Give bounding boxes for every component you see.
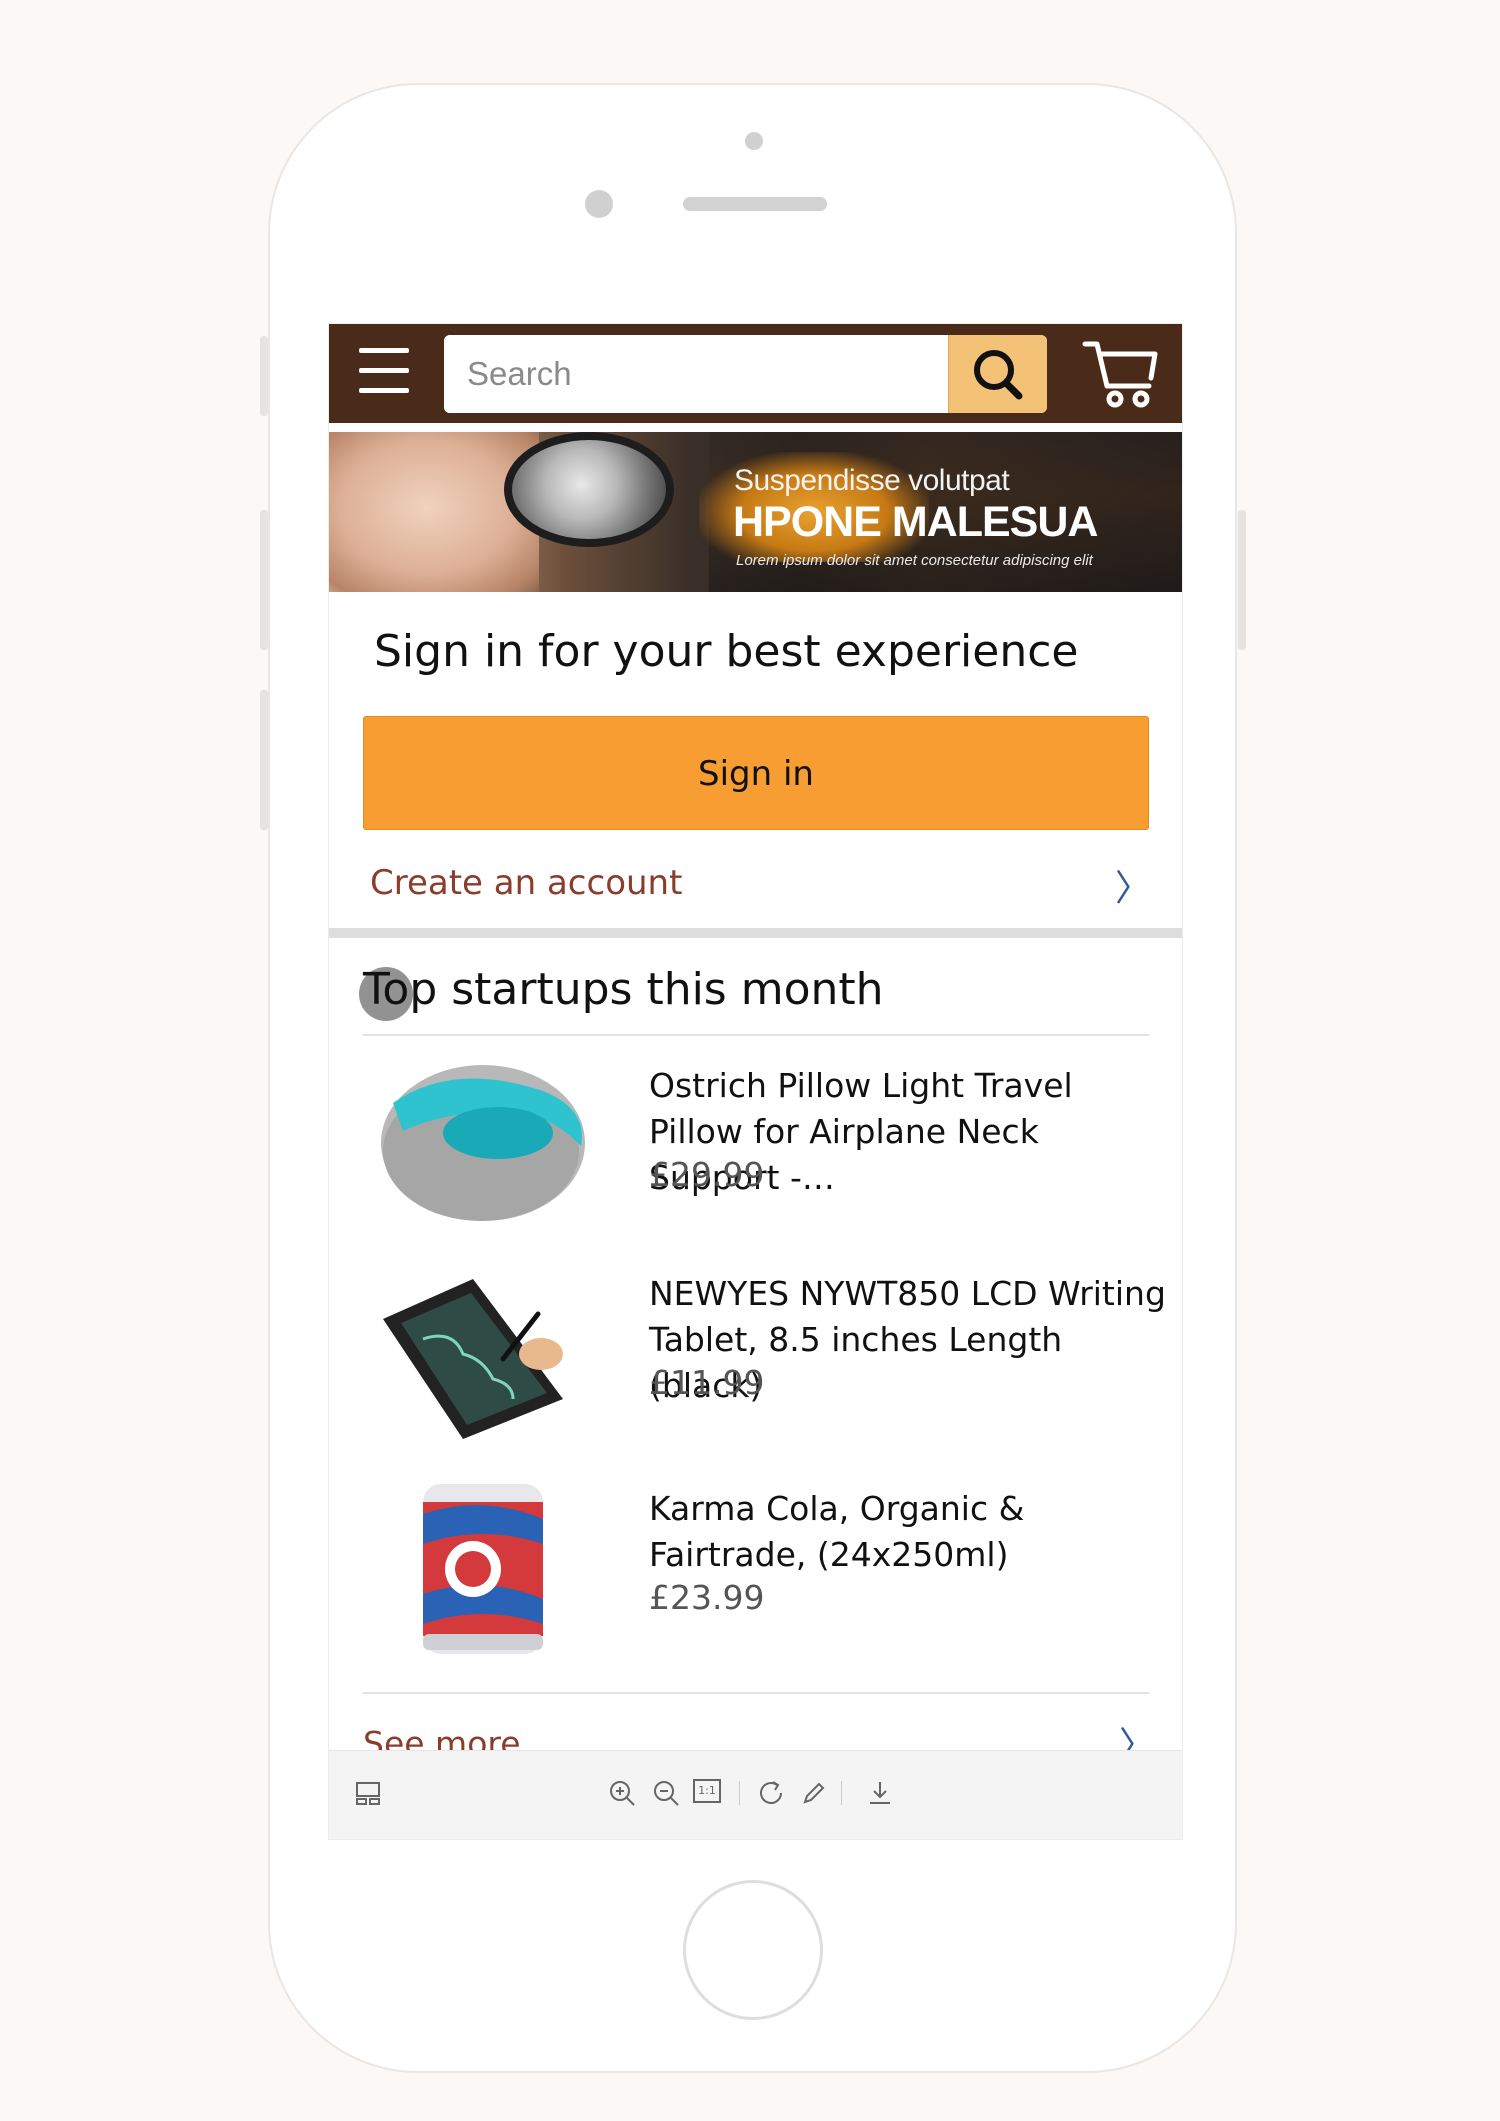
signin-heading: Sign in for your best experience [374, 626, 1079, 677]
phone-sensor [745, 132, 763, 150]
search-button[interactable] [948, 335, 1047, 413]
section-rule [363, 1034, 1149, 1036]
headphones-image [504, 432, 674, 547]
chevron-right-icon: 〉 [1115, 868, 1152, 909]
actual-size-icon[interactable]: 1:1 [693, 1779, 721, 1803]
section-title: Top startups this month [363, 964, 884, 1015]
banner-subtitle: Suspendisse volutpat [734, 464, 1010, 497]
product-item[interactable]: Ostrich Pillow Light Travel Pillow for A… [363, 1051, 1149, 1241]
toolbar-separator [841, 1781, 842, 1805]
phone-speaker [683, 197, 827, 211]
thumbnail-view-icon[interactable] [353, 1778, 383, 1808]
product-price: £23.99 [649, 1578, 765, 1617]
zoom-in-icon[interactable] [607, 1778, 637, 1808]
app-screen: Suspendisse volutpat HPONE MALESUA Lorem… [328, 323, 1183, 1840]
download-icon[interactable] [865, 1778, 895, 1808]
rotate-icon[interactable] [757, 1778, 787, 1808]
product-price: £11.99 [649, 1363, 765, 1402]
product-price: £29.99 [649, 1155, 765, 1194]
section-rule [363, 1692, 1149, 1694]
product-title: Karma Cola, Organic & Fairtrade, (24x250… [649, 1489, 1025, 1574]
promo-banner[interactable]: Suspendisse volutpat HPONE MALESUA Lorem… [329, 432, 1182, 592]
phone-home-button[interactable] [683, 1880, 823, 2020]
banner-title: HPONE MALESUA [733, 498, 1098, 546]
sign-in-button[interactable]: Sign in [363, 716, 1149, 830]
product-item[interactable]: Karma Cola, Organic & Fairtrade, (24x250… [363, 1474, 1149, 1664]
search-box [444, 335, 1047, 413]
phone-volume-up [260, 510, 268, 650]
actual-size-label: 1:1 [698, 1784, 716, 1797]
create-account-link[interactable]: Create an account 〉 [353, 849, 1153, 919]
search-input[interactable] [444, 335, 947, 413]
product-item[interactable]: NEWYES NYWT850 LCD Writing Tablet, 8.5 i… [363, 1259, 1166, 1449]
edit-icon[interactable] [799, 1778, 829, 1808]
phone-volume-down [260, 690, 268, 830]
phone-power-button [1238, 510, 1246, 650]
shopping-cart-icon[interactable] [1081, 334, 1161, 412]
magnifier-icon [974, 350, 1023, 400]
banner-description: Lorem ipsum dolor sit amet consectetur a… [736, 552, 1093, 569]
phone-side-button [260, 336, 268, 416]
phone-front-camera [585, 190, 613, 218]
travel-pillow-image [381, 1065, 585, 1221]
zoom-out-icon[interactable] [651, 1778, 681, 1808]
create-account-label: Create an account [370, 863, 683, 903]
writing-tablet-image [383, 1279, 563, 1439]
cola-can-image [423, 1484, 543, 1654]
top-navigation-bar [329, 324, 1182, 423]
banner-person-image [329, 432, 539, 592]
section-divider [329, 928, 1182, 938]
toolbar-separator [739, 1781, 740, 1805]
hamburger-menu-icon[interactable] [359, 348, 411, 394]
image-viewer-toolbar: 1:1 [329, 1750, 1182, 1839]
